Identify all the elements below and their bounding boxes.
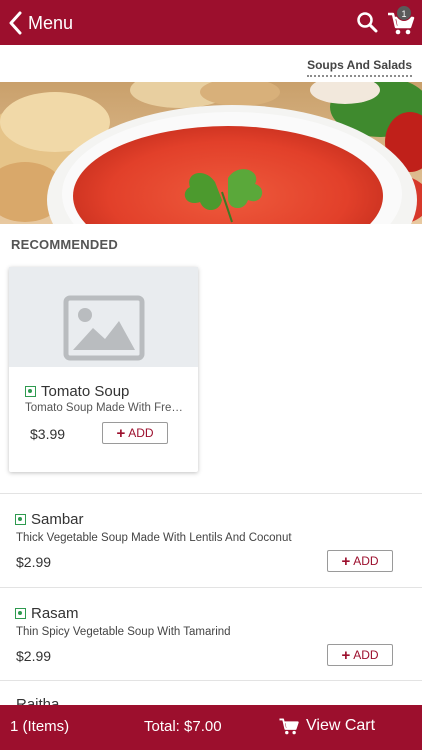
cart-icon: [279, 718, 299, 735]
view-cart-button[interactable]: View Cart: [278, 715, 375, 737]
veg-icon: [25, 386, 36, 397]
item-name: Rasam: [31, 605, 79, 622]
view-cart-label: View Cart: [306, 717, 376, 734]
top-app-bar: Menu 1: [0, 0, 422, 45]
item-description: Thick Vegetable Soup Made With Lentils A…: [16, 532, 292, 544]
add-button[interactable]: + ADD: [102, 422, 168, 444]
item-price: $2.99: [16, 554, 52, 570]
recommended-heading: RECOMMENDED: [11, 237, 118, 252]
item-price: $2.99: [16, 648, 52, 664]
veg-icon: [15, 608, 26, 619]
veg-icon: [15, 514, 26, 525]
add-label: ADD: [128, 426, 154, 440]
image-placeholder-icon: [63, 295, 145, 361]
back-label: Menu: [28, 12, 74, 33]
add-label: ADD: [353, 554, 379, 568]
item-description: Thin Spicy Vegetable Soup With Tamarind: [16, 626, 231, 638]
cart-summary-bar: 1 (Items) Total: $7.00 View Cart: [0, 705, 422, 750]
item-name-row: Rasam: [15, 605, 79, 622]
item-image-placeholder: [9, 267, 198, 367]
search-icon[interactable]: [356, 11, 378, 33]
item-price: $3.99: [30, 426, 66, 442]
plus-icon: +: [116, 424, 126, 442]
back-chevron-icon: [9, 11, 22, 35]
tab-soups-and-salads[interactable]: Soups And Salads: [307, 58, 412, 77]
add-label: ADD: [353, 648, 379, 662]
item-name: Sambar: [31, 511, 84, 528]
list-item-sambar[interactable]: Sambar Thick Vegetable Soup Made With Le…: [0, 494, 422, 587]
item-name-row: Tomato Soup: [25, 383, 129, 400]
category-hero-image: [0, 82, 422, 224]
item-name-row: Sambar: [15, 511, 84, 528]
item-description: Tomato Soup Made With Fresh Tomatoes: [25, 402, 185, 414]
plus-icon: +: [341, 552, 351, 570]
item-name: Tomato Soup: [41, 383, 130, 400]
recommended-item-card[interactable]: Tomato Soup Tomato Soup Made With Fresh …: [9, 267, 198, 472]
add-button[interactable]: + ADD: [327, 644, 393, 666]
cart-total: Total: $7.00: [144, 718, 222, 735]
add-button[interactable]: + ADD: [327, 550, 393, 572]
category-bar: Soups And Salads: [0, 45, 422, 82]
cart-items-count: 1 (Items): [10, 718, 70, 735]
plus-icon: +: [341, 646, 351, 664]
cart-count-badge: 1: [396, 5, 412, 21]
list-item-rasam[interactable]: Rasam Thin Spicy Vegetable Soup With Tam…: [0, 588, 422, 681]
back-button[interactable]: Menu: [8, 8, 73, 38]
